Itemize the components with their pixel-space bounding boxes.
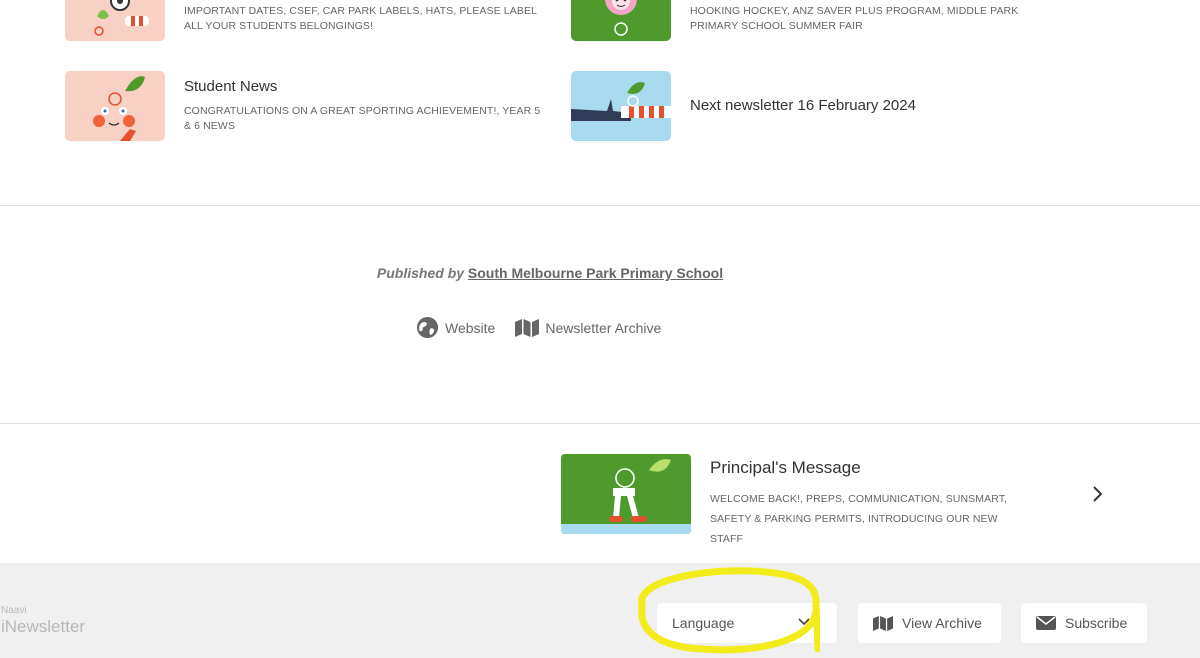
published-by: Published by South Melbourne Park Primar… bbox=[0, 265, 1100, 281]
newsletter-archive-label: Newsletter Archive bbox=[545, 319, 662, 336]
publisher-links: Website Newsletter Archive bbox=[416, 316, 661, 339]
newsletter-archive-link[interactable]: Newsletter Archive bbox=[515, 318, 662, 337]
map-icon bbox=[873, 615, 893, 631]
next-article-subtitle: WELCOME BACK!, PREPS, COMMUNICATION, SUN… bbox=[710, 493, 1008, 545]
map-icon bbox=[515, 318, 540, 337]
website-link[interactable]: Website bbox=[416, 316, 495, 339]
article-card-next-newsletter[interactable]: Next newsletter 16 February 2024 bbox=[571, 71, 916, 141]
published-by-prefix: Published by bbox=[376, 265, 465, 281]
article-thumbnail bbox=[571, 0, 671, 41]
brand-name: iNewsletter bbox=[1, 617, 86, 636]
brand-logo: Naavi iNewsletter bbox=[1, 605, 85, 637]
branch-thumbnail-icon bbox=[571, 71, 671, 141]
sportsday-thumbnail-icon bbox=[65, 0, 165, 41]
chevron-right-icon[interactable] bbox=[1091, 485, 1105, 503]
article-card-student-news[interactable]: Student News CONGRATULATIONS ON A GREAT … bbox=[65, 71, 544, 141]
section-divider bbox=[0, 423, 1200, 424]
article-thumbnail bbox=[65, 71, 165, 141]
article-thumbnail bbox=[571, 71, 671, 141]
next-article-card[interactable]: Principal's Message WELCOME BACK!, PREPS… bbox=[561, 454, 1030, 549]
section-divider bbox=[0, 205, 1200, 206]
article-subtitle: IMPORTANT DATES, CSEF, CAR PARK LABELS, … bbox=[184, 5, 537, 32]
footer-bar: Naavi iNewsletter Language View Archive … bbox=[0, 563, 1200, 658]
article-thumbnail bbox=[65, 0, 165, 41]
legs-thumbnail-icon bbox=[561, 454, 691, 534]
website-link-label: Website bbox=[445, 319, 496, 336]
next-article-thumbnail bbox=[561, 454, 691, 534]
article-subtitle: CONGRATULATIONS ON A GREAT SPORTING ACHI… bbox=[184, 105, 541, 132]
article-title: Next newsletter 16 February 2024 bbox=[690, 97, 916, 114]
face-thumbnail-icon bbox=[65, 71, 165, 141]
article-card-important-dates[interactable]: IMPORTANT DATES, CSEF, CAR PARK LABELS, … bbox=[65, 0, 544, 41]
chevron-down-icon bbox=[798, 618, 810, 626]
envelope-icon bbox=[1036, 616, 1056, 630]
view-archive-label: View Archive bbox=[902, 615, 982, 631]
subscribe-label: Subscribe bbox=[1065, 615, 1128, 631]
article-subtitle: HOOKING HOCKEY, ANZ SAVER PLUS PROGRAM, … bbox=[690, 5, 1019, 32]
view-archive-button[interactable]: View Archive bbox=[858, 603, 1001, 643]
article-card-hockey[interactable]: HOOKING HOCKEY, ANZ SAVER PLUS PROGRAM, … bbox=[571, 0, 1030, 41]
subscribe-button[interactable]: Subscribe bbox=[1021, 603, 1147, 643]
next-article-title: Principal's Message bbox=[710, 458, 861, 477]
article-title: Student News bbox=[184, 78, 278, 95]
publisher-link[interactable]: South Melbourne Park Primary School bbox=[468, 265, 723, 281]
globe-icon bbox=[416, 316, 439, 339]
brand-small: Naavi bbox=[1, 605, 27, 616]
flower-thumbnail-icon bbox=[571, 0, 671, 41]
language-select-label: Language bbox=[672, 615, 735, 631]
language-select[interactable]: Language bbox=[657, 603, 837, 643]
